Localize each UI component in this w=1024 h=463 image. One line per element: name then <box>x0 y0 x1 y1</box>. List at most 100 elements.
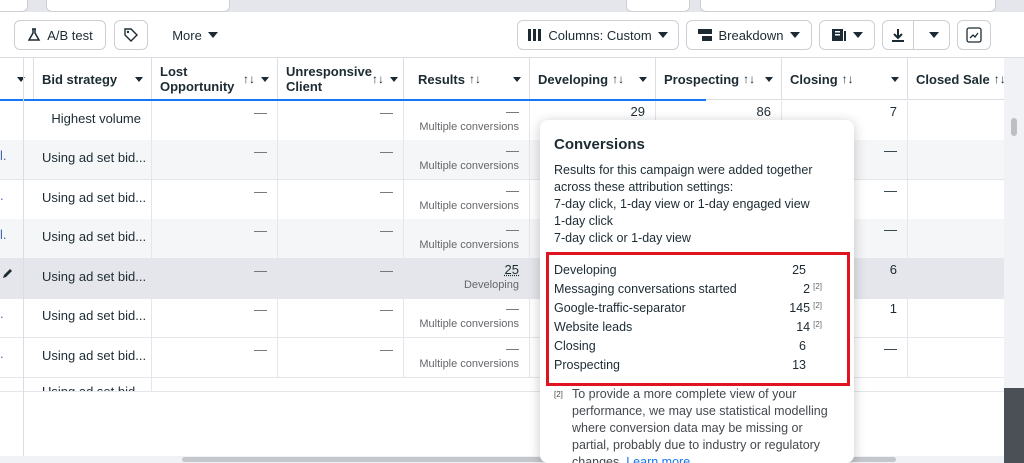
columns-label: Columns: Custom <box>548 27 652 43</box>
column-header-prospecting[interactable]: Prospecting ↑↓ <box>656 58 782 100</box>
results-value: — <box>506 183 519 198</box>
results-value: — <box>506 143 519 158</box>
sort-icon[interactable]: ↑↓ <box>372 72 384 87</box>
reports-button[interactable] <box>819 20 875 50</box>
more-button[interactable]: More <box>160 20 230 50</box>
value-text: 145 <box>789 301 811 315</box>
results-cell[interactable]: — Multiple conversions <box>404 140 530 180</box>
unresponsive-client-cell: — <box>278 338 404 378</box>
chevron-down-icon <box>513 76 521 82</box>
column-header-closed-sale[interactable]: Closed Sale ↑↓ <box>908 58 1004 100</box>
tag-button[interactable] <box>114 20 148 50</box>
description-line: across these attribution settings: <box>554 180 734 194</box>
conversion-row: Google-traffic-separator 145 [2] <box>554 301 824 320</box>
sort-icon[interactable]: ↑↓ <box>994 72 1004 87</box>
column-header-closing[interactable]: Closing ↑↓ <box>782 58 908 100</box>
pencil-icon[interactable] <box>2 267 14 282</box>
tab-control[interactable] <box>626 0 690 12</box>
conversions-popover: Conversions Results for this campaign we… <box>540 120 854 463</box>
description-line: Results for this campaign were added tog… <box>554 163 813 177</box>
tab-campaigns[interactable] <box>46 0 230 12</box>
sort-icon[interactable]: ↑↓ <box>243 72 255 87</box>
results-value[interactable]: 25 <box>505 262 519 277</box>
chevron-down-icon <box>207 32 218 38</box>
results-subtitle: Multiple conversions <box>419 358 519 370</box>
footnote-ref: [2] <box>813 282 822 291</box>
export-button[interactable] <box>882 20 950 50</box>
chevron-down-icon <box>657 32 668 38</box>
bid-strategy-cell: Using ad set bid... <box>34 338 152 378</box>
footnote-body: To provide a more complete view of your … <box>572 387 828 463</box>
sort-icon[interactable]: ↑↓ <box>842 72 885 87</box>
conversion-value: 14 [2] <box>796 320 822 334</box>
value-text: 25 <box>792 263 806 277</box>
results-cell[interactable]: — Multiple conversions <box>404 219 530 259</box>
description-line: 7-day click or 1-day view <box>554 231 691 245</box>
column-label: Developing <box>538 71 609 87</box>
scrollbar-thumb[interactable] <box>1011 118 1017 136</box>
footnote-mark: [2] <box>554 390 563 399</box>
tab-date-range[interactable] <box>700 0 996 12</box>
results-value: — <box>506 222 519 237</box>
conversion-value: 6 <box>799 339 806 353</box>
columns-button[interactable]: Columns: Custom <box>517 20 679 50</box>
tag-icon <box>123 27 139 43</box>
results-cell[interactable]: — Multiple conversions <box>404 101 530 141</box>
column-label: Closed Sale <box>916 71 990 87</box>
learn-more-link[interactable]: Learn more <box>626 455 690 463</box>
row-marker: . <box>0 188 4 203</box>
results-value: — <box>506 301 519 316</box>
results-subtitle: Multiple conversions <box>419 239 519 251</box>
footnote-text: To provide a more complete view of your … <box>572 386 834 463</box>
column-label: Prospecting <box>664 71 740 87</box>
popover-description: Results for this campaign were added tog… <box>554 162 844 247</box>
column-header-name[interactable] <box>0 58 34 100</box>
results-cell[interactable]: — Multiple conversions <box>404 338 530 378</box>
column-header-bid-strategy[interactable]: Bid strategy <box>34 58 152 100</box>
results-cell[interactable]: — Multiple conversions <box>404 298 530 338</box>
row-marker: l. <box>0 227 7 242</box>
sort-icon[interactable]: ↑↓ <box>743 72 759 87</box>
column-label: Closing <box>790 71 838 87</box>
breakdown-label: Breakdown <box>718 27 784 43</box>
chevron-down-icon <box>929 32 940 38</box>
bid-strategy-cell: Using ad set bid... <box>34 378 152 391</box>
export-menu-toggle[interactable] <box>920 32 950 38</box>
lost-opportunity-cell: — <box>152 219 278 259</box>
vertical-scrollbar[interactable] <box>1004 58 1024 463</box>
column-header-developing[interactable]: Developing ↑↓ <box>530 58 656 100</box>
lost-opportunity-cell: — <box>152 338 278 378</box>
breakdown-icon <box>698 29 713 41</box>
conversion-label: Messaging conversations started <box>554 282 737 296</box>
flask-icon <box>27 28 41 42</box>
column-label: Lost Opportunity <box>160 64 235 94</box>
columns-icon <box>528 29 542 41</box>
conversion-row: Prospecting 13 <box>554 358 824 377</box>
bid-strategy-cell: Highest volume <box>34 101 152 141</box>
results-cell[interactable]: 25 Developing <box>404 259 530 299</box>
tab-left[interactable] <box>0 0 28 12</box>
column-header-lost-opportunity[interactable]: Lost Opportunity ↑↓ <box>152 58 278 100</box>
conversion-row: Messaging conversations started 2 [2] <box>554 282 824 301</box>
column-label: Results <box>418 71 465 87</box>
conversion-label: Google-traffic-separator <box>554 301 686 315</box>
sort-icon[interactable]: ↑↓ <box>469 72 507 87</box>
row-marker: . <box>0 346 4 361</box>
chart-button[interactable] <box>957 20 991 50</box>
conversion-row: Website leads 14 [2] <box>554 320 824 339</box>
chevron-down-icon <box>765 76 773 82</box>
sort-icon[interactable]: ↑↓ <box>612 72 633 87</box>
results-cell[interactable]: — Multiple conversions <box>404 180 530 220</box>
column-label: Unresponsive Client <box>286 64 372 94</box>
breakdown-button[interactable]: Breakdown <box>686 20 812 50</box>
conversion-label: Website leads <box>554 320 633 334</box>
bid-strategy-cell: Using ad set bid... <box>34 298 152 338</box>
more-label: More <box>172 27 202 43</box>
scrollbar-rail <box>1004 388 1024 463</box>
column-header-results[interactable]: Results ↑↓ <box>404 58 530 100</box>
chevron-down-icon <box>891 76 899 82</box>
ab-test-button[interactable]: A/B test <box>14 20 106 50</box>
ab-test-label: A/B test <box>47 27 93 43</box>
row-marker: l. <box>0 148 7 163</box>
column-header-unresponsive-client[interactable]: Unresponsive Client ↑↓ <box>278 58 404 100</box>
